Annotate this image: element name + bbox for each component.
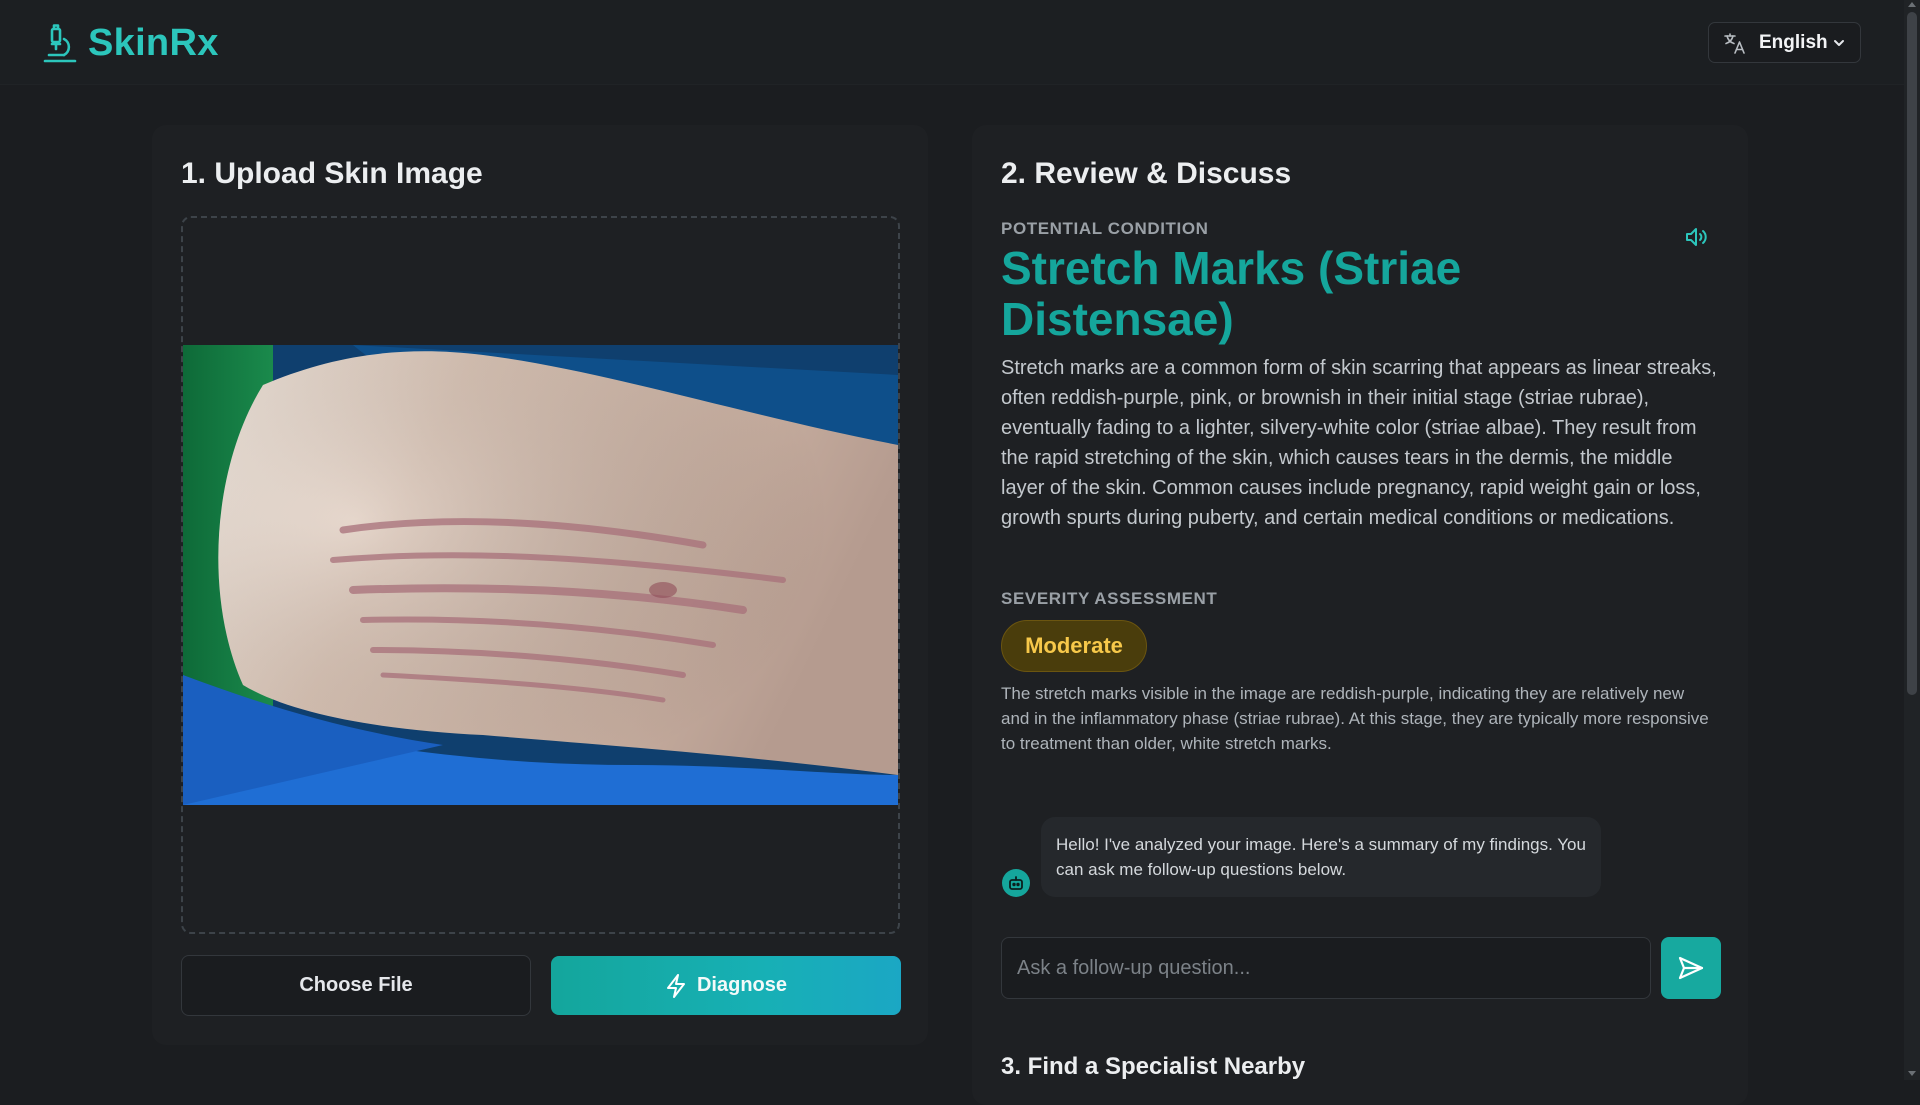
severity-badge: Moderate — [1001, 620, 1147, 672]
severity-label: SEVERITY ASSESSMENT — [1001, 589, 1218, 608]
bot-message: Hello! I've analyzed your image. Here's … — [1041, 817, 1601, 897]
condition-name: Stretch Marks (Striae Distensae) — [1001, 242, 1462, 345]
speaker-icon[interactable] — [1684, 225, 1710, 249]
top-bar: SkinRx English — [0, 0, 1904, 85]
upload-card: 1. Upload Skin Image Choose File Diagnos… — [152, 125, 928, 1045]
language-label: English — [1759, 31, 1828, 53]
page-scrollbar[interactable] — [1904, 0, 1920, 1080]
review-card: 2. Review & Discuss POTENTIAL CONDITION … — [972, 125, 1748, 1105]
severity-note: The stretch marks visible in the image a… — [1001, 684, 1709, 753]
chevron-down-icon — [1833, 39, 1844, 46]
scroll-down-icon[interactable] — [1908, 1071, 1916, 1076]
send-button[interactable] — [1661, 937, 1721, 999]
specialist-section-title: 3. Find a Specialist Nearby — [1001, 1053, 1306, 1080]
diagnose-label: Diagnose — [696, 974, 788, 996]
brand-name: SkinRx — [88, 22, 219, 64]
condition-description: Stretch marks are a common form of skin … — [1001, 357, 1717, 529]
review-title: 2. Review & Discuss — [1001, 157, 1292, 190]
brand[interactable]: SkinRx — [42, 22, 219, 65]
microscope-icon — [43, 23, 77, 62]
diagnose-button[interactable]: Diagnose — [551, 956, 901, 1015]
condition-label: POTENTIAL CONDITION — [1001, 219, 1209, 238]
scrollbar-thumb[interactable] — [1907, 12, 1917, 695]
language-selector[interactable]: English — [1708, 22, 1861, 63]
send-icon — [1678, 956, 1704, 980]
bot-avatar — [1002, 869, 1030, 897]
image-dropzone[interactable] — [181, 216, 900, 934]
skin-image-preview — [183, 345, 898, 805]
bot-icon — [1009, 876, 1023, 890]
scroll-up-icon[interactable] — [1908, 2, 1916, 7]
choose-file-button[interactable]: Choose File — [181, 955, 531, 1016]
upload-title: 1. Upload Skin Image — [181, 157, 483, 190]
translate-icon — [1724, 32, 1745, 54]
lightning-icon — [666, 973, 685, 998]
follow-up-input[interactable] — [1001, 937, 1651, 999]
